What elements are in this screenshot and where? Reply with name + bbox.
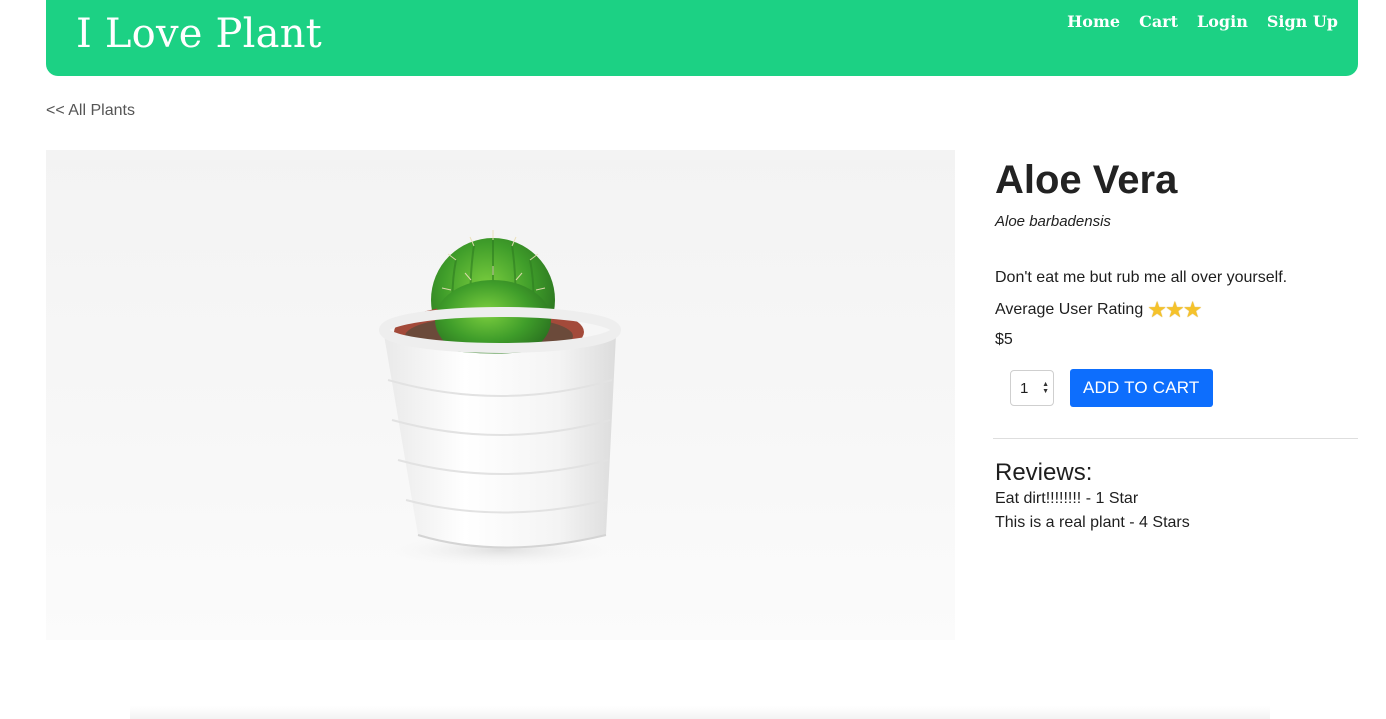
footer-shadow <box>130 706 1270 719</box>
product-details: Aloe Vera Aloe barbadensis Don't eat me … <box>993 150 1359 535</box>
brand-logo-text[interactable]: I Love Plant <box>76 8 322 60</box>
review-item: This is a real plant - 4 Stars <box>995 514 1190 531</box>
plant-name: Aloe Vera <box>995 158 1178 202</box>
average-rating: Average User Rating ★ ★ ★ <box>995 299 1359 321</box>
scientific-name: Aloe barbadensis <box>995 213 1111 230</box>
navbar: I Love Plant Home Cart Login Sign Up <box>46 0 1358 76</box>
back-to-all-plants-link[interactable]: << All Plants <box>46 101 135 121</box>
potted-cactus-illustration <box>379 230 621 566</box>
quantity-select[interactable]: 1 ▲ ▼ <box>1010 370 1054 406</box>
nav-link-login[interactable]: Login <box>1197 10 1248 34</box>
divider <box>993 438 1358 439</box>
quantity-value: 1 <box>1020 379 1029 397</box>
reviews-heading: Reviews: <box>995 459 1093 486</box>
nav-link-cart[interactable]: Cart <box>1139 10 1178 34</box>
star-icon: ★ <box>1182 297 1203 322</box>
product-image <box>46 150 955 640</box>
stepper-arrows-icon: ▲ ▼ <box>1042 381 1049 395</box>
nav-link-home[interactable]: Home <box>1067 10 1120 34</box>
rating-stars: ★ ★ ★ <box>1147 297 1203 322</box>
add-to-cart-button[interactable]: ADD TO CART <box>1070 369 1213 407</box>
nav-link-sign-up[interactable]: Sign Up <box>1267 10 1338 34</box>
plant-description: Don't eat me but rub me all over yoursel… <box>995 269 1288 286</box>
rating-label: Average User Rating <box>995 301 1144 318</box>
price: $5 <box>995 331 1013 348</box>
review-item: Eat dirt!!!!!!!! - 1 Star <box>995 490 1139 507</box>
add-to-cart-form: 1 ▲ ▼ ADD TO CART <box>1010 369 1359 407</box>
nav-links: Home Cart Login Sign Up <box>1067 10 1338 34</box>
